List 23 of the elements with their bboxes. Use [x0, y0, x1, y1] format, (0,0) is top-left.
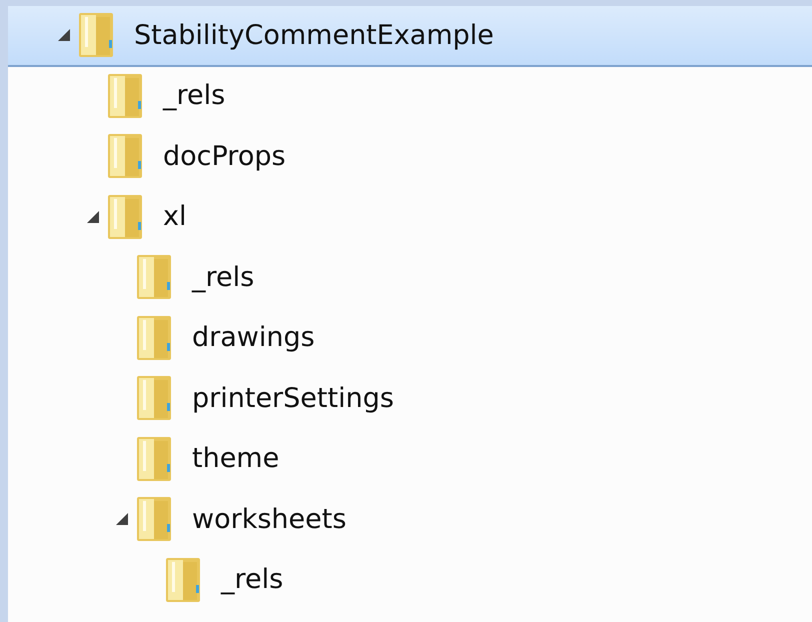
folder-icon — [136, 436, 172, 482]
tree-item[interactable]: drawings — [8, 308, 812, 369]
folder-icon — [165, 556, 201, 603]
tree-item[interactable]: _rels — [8, 66, 812, 127]
folder-icon — [107, 72, 143, 119]
tree-item[interactable]: theme — [8, 430, 812, 490]
folder-icon — [107, 133, 143, 180]
tree-item[interactable]: _rels — [8, 550, 812, 611]
folder-icon — [136, 254, 172, 300]
folder-icon — [136, 496, 172, 542]
folder-icon — [136, 375, 172, 422]
tree-item[interactable]: printerSettings — [8, 369, 812, 430]
expand-arrow-icon[interactable] — [86, 210, 100, 224]
expand-arrow-icon[interactable] — [56, 28, 70, 42]
tree-item[interactable]: StabilityCommentExample — [8, 6, 812, 66]
tree-item[interactable]: _rels — [8, 248, 812, 308]
folder-icon — [136, 314, 172, 361]
folder-icon — [78, 12, 114, 58]
folder-icon — [107, 194, 143, 240]
tree-item[interactable]: docProps — [8, 127, 812, 188]
expand-arrow-icon[interactable] — [114, 512, 128, 526]
tree-item[interactable]: xl — [8, 188, 812, 248]
tree-item[interactable]: worksheets — [8, 490, 812, 550]
